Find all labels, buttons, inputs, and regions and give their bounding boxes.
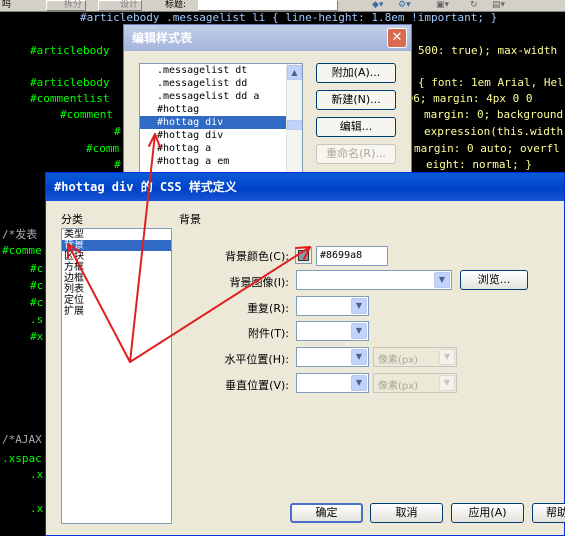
category-item[interactable]: 类型 <box>62 229 171 240</box>
code-line: #articlebody <box>30 76 110 89</box>
chevron-down-icon[interactable]: ▼ <box>439 375 455 391</box>
rename-button[interactable]: 重命名(R)... <box>316 144 396 164</box>
code-line-tail: eight: normal; } <box>426 158 532 171</box>
browse-button[interactable]: 浏览... <box>460 270 528 290</box>
vertical-position-select[interactable]: ▼ <box>296 373 369 393</box>
rule-list-item[interactable]: .messagelist dt <box>140 64 302 77</box>
css-dialog-title: #hottag div 的 CSS 样式定义 <box>46 173 564 201</box>
rule-list-item[interactable]: #hottag <box>140 103 302 116</box>
attachment-label: 附件(T): <box>247 327 289 340</box>
code-line: #comm <box>86 142 120 155</box>
category-item[interactable]: 区块 <box>62 251 171 262</box>
code-line-tail: expression(this.width <box>424 125 564 138</box>
vertical-unit-select[interactable]: 像素(px) ▼ <box>373 373 457 393</box>
code-line: .xspac <box>2 452 42 465</box>
unit-value: 像素(px) <box>378 381 419 392</box>
repeat-label: 重复(R): <box>247 302 289 315</box>
apply-button[interactable]: 应用(A) <box>451 503 524 523</box>
category-item[interactable]: 边框 <box>62 273 171 284</box>
chevron-down-icon[interactable]: ▼ <box>434 272 450 288</box>
chevron-down-icon[interactable]: ▼ <box>351 349 367 365</box>
vertical-position-label: 垂直位置(V): <box>225 379 289 392</box>
chevron-down-icon[interactable]: ▼ <box>351 323 367 339</box>
horizontal-position-label: 水平位置(H): <box>224 353 289 366</box>
css-rule-definition-dialog: #hottag div 的 CSS 样式定义 分类 背景 类型 背景 区块 方框 边框列… <box>45 172 565 536</box>
horizontal-position-select[interactable]: ▼ <box>296 347 369 367</box>
code-line: #commentlist <box>30 92 110 105</box>
attach-button[interactable]: 附加(A)... <box>316 63 396 83</box>
code-line: #c <box>30 279 44 292</box>
code-line: .s <box>30 313 44 326</box>
attachment-select[interactable]: ▼ <box>296 321 369 341</box>
ok-button[interactable]: 确定 <box>290 503 363 523</box>
code-line-tail: margin: 0 auto; overfl <box>414 142 560 155</box>
section-header: 背景 <box>179 213 201 226</box>
category-header: 分类 <box>61 213 83 226</box>
close-icon[interactable]: ✕ <box>387 28 407 48</box>
chevron-down-icon[interactable]: ▼ <box>351 375 367 391</box>
code-line-tail: 500: true); max-width <box>418 44 558 57</box>
category-item[interactable]: 方框 <box>62 262 171 273</box>
code-line: .x <box>30 502 44 515</box>
scroll-thumb[interactable] <box>287 120 302 130</box>
category-item[interactable]: 扩展 <box>62 306 171 317</box>
category-item[interactable]: 列表 <box>62 284 171 295</box>
rule-list-item[interactable]: .messagelist dd a <box>140 90 302 103</box>
bg-color-label: 背景颜色(C): <box>225 250 289 263</box>
code-comment: /*发表 <box>2 228 38 241</box>
edit-button[interactable]: 编辑... <box>316 117 396 137</box>
bg-image-label: 背景图像(I): <box>229 276 289 289</box>
title-input[interactable] <box>198 0 338 11</box>
rule-list-item[interactable]: #hottag div <box>140 129 302 142</box>
repeat-select[interactable]: ▼ <box>296 296 369 316</box>
help-button[interactable]: 帮助 <box>532 503 565 523</box>
code-line-tail: margin: 0; background <box>424 108 564 121</box>
code-line: #c <box>30 262 44 275</box>
scroll-up-icon[interactable]: ▲ <box>287 65 302 80</box>
category-list[interactable]: 类型 背景 区块 方框 边框 列表 定位 扩展 <box>61 228 172 524</box>
color-swatch <box>298 250 309 261</box>
horizontal-unit-select[interactable]: 像素(px) ▼ <box>373 347 457 367</box>
code-line: #comment <box>60 108 113 121</box>
code-line: # <box>114 158 121 171</box>
edit-stylesheet-title: 编辑样式表 <box>124 25 411 51</box>
bg-image-combo[interactable]: ▼ <box>296 270 452 290</box>
code-line: #articlebody <box>30 44 110 57</box>
cancel-button[interactable]: 取消 <box>370 503 443 523</box>
list-scrollbar[interactable]: ▲ <box>286 64 302 177</box>
code-line: #c <box>30 296 44 309</box>
bg-color-input[interactable]: #8699a8 <box>316 246 388 266</box>
rule-list-item[interactable]: #hottag div <box>140 116 302 129</box>
unit-value: 像素(px) <box>378 355 419 366</box>
rule-list-item[interactable]: .messagelist dd <box>140 77 302 90</box>
code-line: .x <box>30 468 44 481</box>
code-line: #articlebody .messagelist li { line-heig… <box>80 11 498 24</box>
code-line-tail: { font: 1em Arial, Hel <box>418 76 564 89</box>
code-line-tail: 9D6; margin: 4px 0 0 <box>400 92 533 105</box>
chevron-down-icon[interactable]: ▼ <box>351 298 367 314</box>
code-line: # <box>114 125 121 138</box>
code-line: #x <box>30 330 44 343</box>
stylesheet-rule-list[interactable]: .messagelist dt .messagelist dd .messageli… <box>139 63 303 178</box>
category-item[interactable]: 定位 <box>62 295 171 306</box>
category-item[interactable]: 背景 <box>62 240 171 251</box>
rule-list-item[interactable]: #hottag a <box>140 142 302 155</box>
rule-list-item[interactable]: #hottag a em <box>140 155 302 168</box>
color-picker-button[interactable] <box>295 247 312 264</box>
new-button[interactable]: 新建(N)... <box>316 90 396 110</box>
chevron-down-icon[interactable]: ▼ <box>439 349 455 365</box>
code-line: #comme <box>2 244 42 257</box>
code-view-button[interactable]: 吗 <box>2 0 11 11</box>
code-comment: /*AJAX <box>2 433 42 446</box>
